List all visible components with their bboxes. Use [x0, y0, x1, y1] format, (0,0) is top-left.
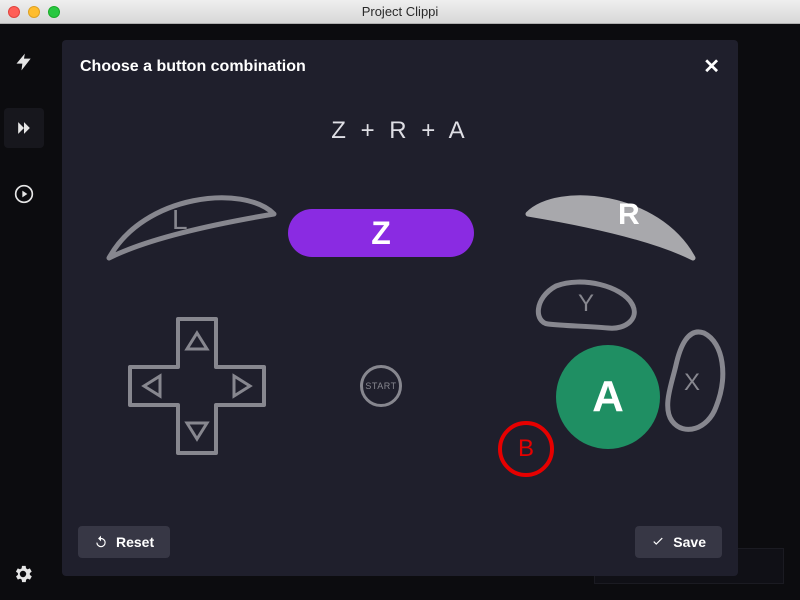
b-button[interactable]: B	[498, 421, 554, 477]
sidebar-item-expand[interactable]	[4, 108, 44, 148]
x-button-label: X	[684, 369, 700, 397]
side-toolbar	[0, 24, 48, 600]
minimize-window-button[interactable]	[28, 6, 40, 18]
undo-icon	[94, 535, 108, 549]
sidebar-item-play[interactable]	[4, 174, 44, 214]
z-button[interactable]: Z	[288, 209, 474, 257]
traffic-lights	[8, 6, 60, 18]
save-button[interactable]: Save	[635, 526, 722, 558]
check-icon	[651, 535, 665, 549]
y-button-label: Y	[578, 290, 594, 318]
dpad-right-button[interactable]	[216, 367, 264, 405]
controller-layout: L R Z	[62, 165, 738, 510]
combo-display: Z + R + A	[62, 89, 738, 165]
dpad-left-button[interactable]	[130, 367, 178, 405]
a-button[interactable]: A	[556, 345, 660, 449]
trigger-l-button[interactable]: L	[94, 180, 284, 270]
reset-button-label: Reset	[116, 534, 154, 550]
zoom-window-button[interactable]	[48, 6, 60, 18]
trigger-l-shape	[94, 180, 284, 270]
play-circle-icon	[14, 184, 34, 204]
y-button[interactable]: Y	[530, 278, 640, 336]
bolt-icon	[14, 52, 34, 72]
sidebar-item-quick[interactable]	[4, 42, 44, 82]
x-button[interactable]: X	[658, 325, 728, 437]
a-button-label: A	[592, 372, 624, 422]
window-titlebar: Project Clippi	[0, 0, 800, 24]
start-button[interactable]: START	[360, 365, 402, 407]
reset-button[interactable]: Reset	[78, 526, 170, 558]
trigger-l-label: L	[172, 204, 188, 236]
window-title: Project Clippi	[0, 4, 800, 19]
trigger-r-button[interactable]: R	[518, 180, 708, 270]
close-icon[interactable]: ✕	[703, 54, 720, 79]
modal-title: Choose a button combination	[80, 58, 306, 76]
close-window-button[interactable]	[8, 6, 20, 18]
dpad	[126, 315, 268, 457]
b-button-label: B	[518, 435, 534, 463]
settings-icon[interactable]	[12, 563, 34, 590]
z-button-label: Z	[371, 215, 391, 252]
trigger-r-label: R	[618, 198, 640, 232]
modal-header: Choose a button combination ✕	[62, 40, 738, 89]
modal-footer: Reset Save	[62, 510, 738, 576]
save-button-label: Save	[673, 534, 706, 550]
button-combo-modal: Choose a button combination ✕ Z + R + A …	[62, 40, 738, 576]
start-button-label: START	[365, 381, 396, 391]
dpad-up-button[interactable]	[178, 319, 216, 367]
chevron-right-double-icon	[14, 118, 34, 138]
dpad-down-button[interactable]	[178, 405, 216, 453]
trigger-r-shape	[518, 180, 708, 270]
